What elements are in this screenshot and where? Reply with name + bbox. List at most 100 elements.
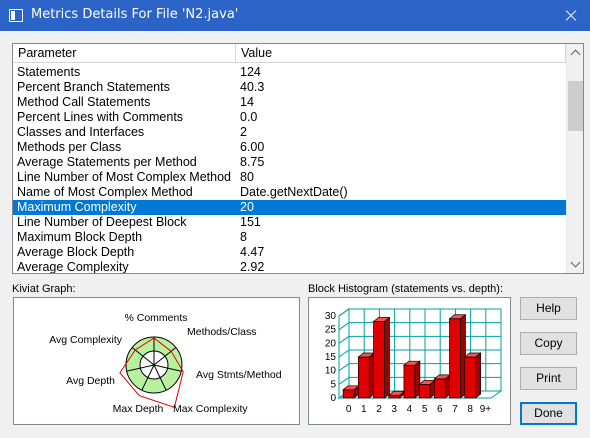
parameter-cell: Average Complexity — [17, 260, 129, 273]
value-cell: 14 — [240, 95, 254, 109]
help-button[interactable]: Help — [520, 297, 577, 320]
done-button[interactable]: Done — [520, 402, 577, 425]
histogram-bar — [464, 356, 477, 399]
y-tick-label: 30 — [325, 311, 337, 322]
x-tick-label: 7 — [452, 404, 458, 415]
parameter-cell: Average Block Depth — [17, 245, 135, 259]
value-cell: Date.getNextDate() — [240, 185, 348, 199]
value-cell: 40.3 — [240, 80, 265, 94]
x-tick-label: 8 — [467, 404, 473, 415]
x-tick-label: 5 — [422, 404, 428, 415]
column-header-value[interactable]: Value — [236, 44, 566, 63]
histogram-bar — [357, 356, 370, 399]
kiviat-axis-label: % Comments — [124, 312, 187, 324]
copy-button[interactable]: Copy — [520, 332, 577, 355]
close-icon[interactable] — [550, 0, 590, 31]
value-cell: 6.00 — [240, 140, 265, 154]
y-tick-label: 10 — [325, 366, 337, 377]
table-row[interactable]: Average Statements per Method 8.75 — [13, 155, 566, 170]
scroll-thumb[interactable] — [568, 81, 583, 131]
table-row[interactable]: Methods per Class 6.00 — [13, 140, 566, 155]
metrics-rows: Statements 124 Percent Branch Statements 40… — [13, 65, 566, 273]
title-bar: Metrics Details For File 'N2.java' — [0, 0, 590, 31]
x-tick-label: 4 — [407, 404, 413, 415]
block-histogram-label: Block Histogram (statements vs. depth): — [308, 283, 504, 295]
histogram-bar — [388, 394, 401, 399]
y-tick-label: 25 — [325, 325, 337, 336]
table-row[interactable]: Classes and Interfaces 2 — [13, 125, 566, 140]
value-cell: 8 — [240, 230, 247, 244]
x-tick-label: 0 — [346, 404, 352, 415]
value-cell: 151 — [240, 215, 261, 229]
table-row[interactable]: Line Number of Most Complex Method 80 — [13, 170, 566, 185]
x-tick-label: 6 — [437, 404, 443, 415]
table-row[interactable]: Average Block Depth 4.47 — [13, 245, 566, 260]
y-tick-label: 0 — [330, 393, 336, 404]
kiviat-graph-svg: % CommentsMethods/Class Avg Stmts/Method M… — [49, 312, 282, 415]
histogram-bar — [433, 378, 446, 399]
y-tick-label: 20 — [325, 338, 337, 349]
parameter-cell: Line Number of Most Complex Method — [17, 170, 231, 184]
kiviat-axis-label: Methods/Class — [187, 326, 256, 338]
parameter-cell: Percent Lines with Comments — [17, 110, 184, 124]
x-tick-label: 2 — [376, 404, 382, 415]
histogram-bar-side — [475, 352, 482, 399]
x-tick-label: 9+ — [480, 404, 492, 415]
histogram-bar-side — [384, 316, 390, 399]
block-histogram-svg: 0510152025300 1 2 3 4 5 6 7 8 9+ — [325, 308, 503, 415]
table-row[interactable]: Maximum Complexity 20 — [13, 200, 566, 215]
parameter-cell: Average Statements per Method — [17, 155, 197, 169]
x-tick-label: 3 — [391, 404, 397, 415]
app-window-icon — [9, 9, 23, 22]
x-tick-label: 1 — [361, 404, 367, 415]
value-cell: 20 — [240, 200, 254, 214]
scroll-down-arrow-icon[interactable] — [567, 256, 583, 273]
histogram-bar — [373, 321, 385, 399]
value-cell: 80 — [240, 170, 254, 184]
value-cell: 0.0 — [240, 110, 258, 124]
kiviat-axis-label: Avg Stmts/Method — [196, 369, 282, 381]
table-row[interactable]: Method Call Statements 14 — [13, 95, 566, 110]
vertical-scrollbar[interactable] — [566, 44, 583, 273]
value-cell: 2.92 — [240, 260, 265, 273]
parameter-cell: Classes and Interfaces — [17, 125, 145, 139]
table-row[interactable]: Name of Most Complex Method Date.getNextD… — [13, 185, 566, 200]
kiviat-axis-label: Avg Complexity — [49, 334, 123, 346]
kiviat-axis-label: Max Depth — [113, 403, 164, 415]
y-tick-label: 15 — [325, 352, 337, 363]
parameter-cell: Method Call Statements — [17, 95, 151, 109]
metrics-list[interactable]: Parameter Value Statements 124 Percent Bra… — [12, 43, 584, 274]
scroll-up-arrow-icon[interactable] — [567, 44, 583, 61]
parameter-cell: Maximum Complexity — [17, 200, 137, 214]
block-histogram: 0 5 10 15 20 25 30 0 1 2 3 4 5 6 7 8 9+ — [308, 297, 511, 425]
parameter-cell: Line Number of Deepest Block — [17, 215, 187, 229]
kiviat-graph-label: Kiviat Graph: — [12, 283, 76, 295]
table-row[interactable]: Average Complexity 2.92 — [13, 260, 566, 273]
table-row[interactable]: Percent Lines with Comments 0.0 — [13, 110, 566, 125]
window-title: Metrics Details For File 'N2.java' — [31, 7, 239, 22]
table-row[interactable]: Line Number of Deepest Block 151 — [13, 215, 566, 230]
table-row[interactable]: Statements 124 — [13, 65, 566, 80]
histogram-bar — [418, 383, 431, 399]
kiviat-axis-label: Max Complexity — [173, 403, 248, 415]
list-header: Parameter Value — [13, 44, 566, 63]
histogram-bar — [342, 389, 355, 399]
parameter-cell: Name of Most Complex Method — [17, 185, 193, 199]
value-cell: 4.47 — [240, 245, 265, 259]
histogram-bar — [449, 318, 461, 399]
parameter-cell: Methods per Class — [17, 140, 122, 154]
print-button[interactable]: Print — [520, 367, 577, 390]
value-cell: 8.75 — [240, 155, 265, 169]
value-cell: 124 — [240, 65, 261, 79]
parameter-cell: Maximum Block Depth — [17, 230, 143, 244]
y-tick-label: 5 — [330, 379, 336, 390]
column-header-parameter[interactable]: Parameter — [13, 44, 236, 63]
table-row[interactable]: Percent Branch Statements 40.3 — [13, 80, 566, 95]
table-row[interactable]: Maximum Block Depth 8 — [13, 230, 566, 245]
parameter-cell: Percent Branch Statements — [17, 80, 170, 94]
histogram-bar — [403, 364, 416, 399]
kiviat-graph: % Comments Methods/Class Avg Stmts/Method M… — [13, 297, 300, 425]
value-cell: 2 — [240, 125, 247, 139]
kiviat-axis-label: Avg Depth — [66, 375, 115, 387]
parameter-cell: Statements — [17, 65, 81, 79]
